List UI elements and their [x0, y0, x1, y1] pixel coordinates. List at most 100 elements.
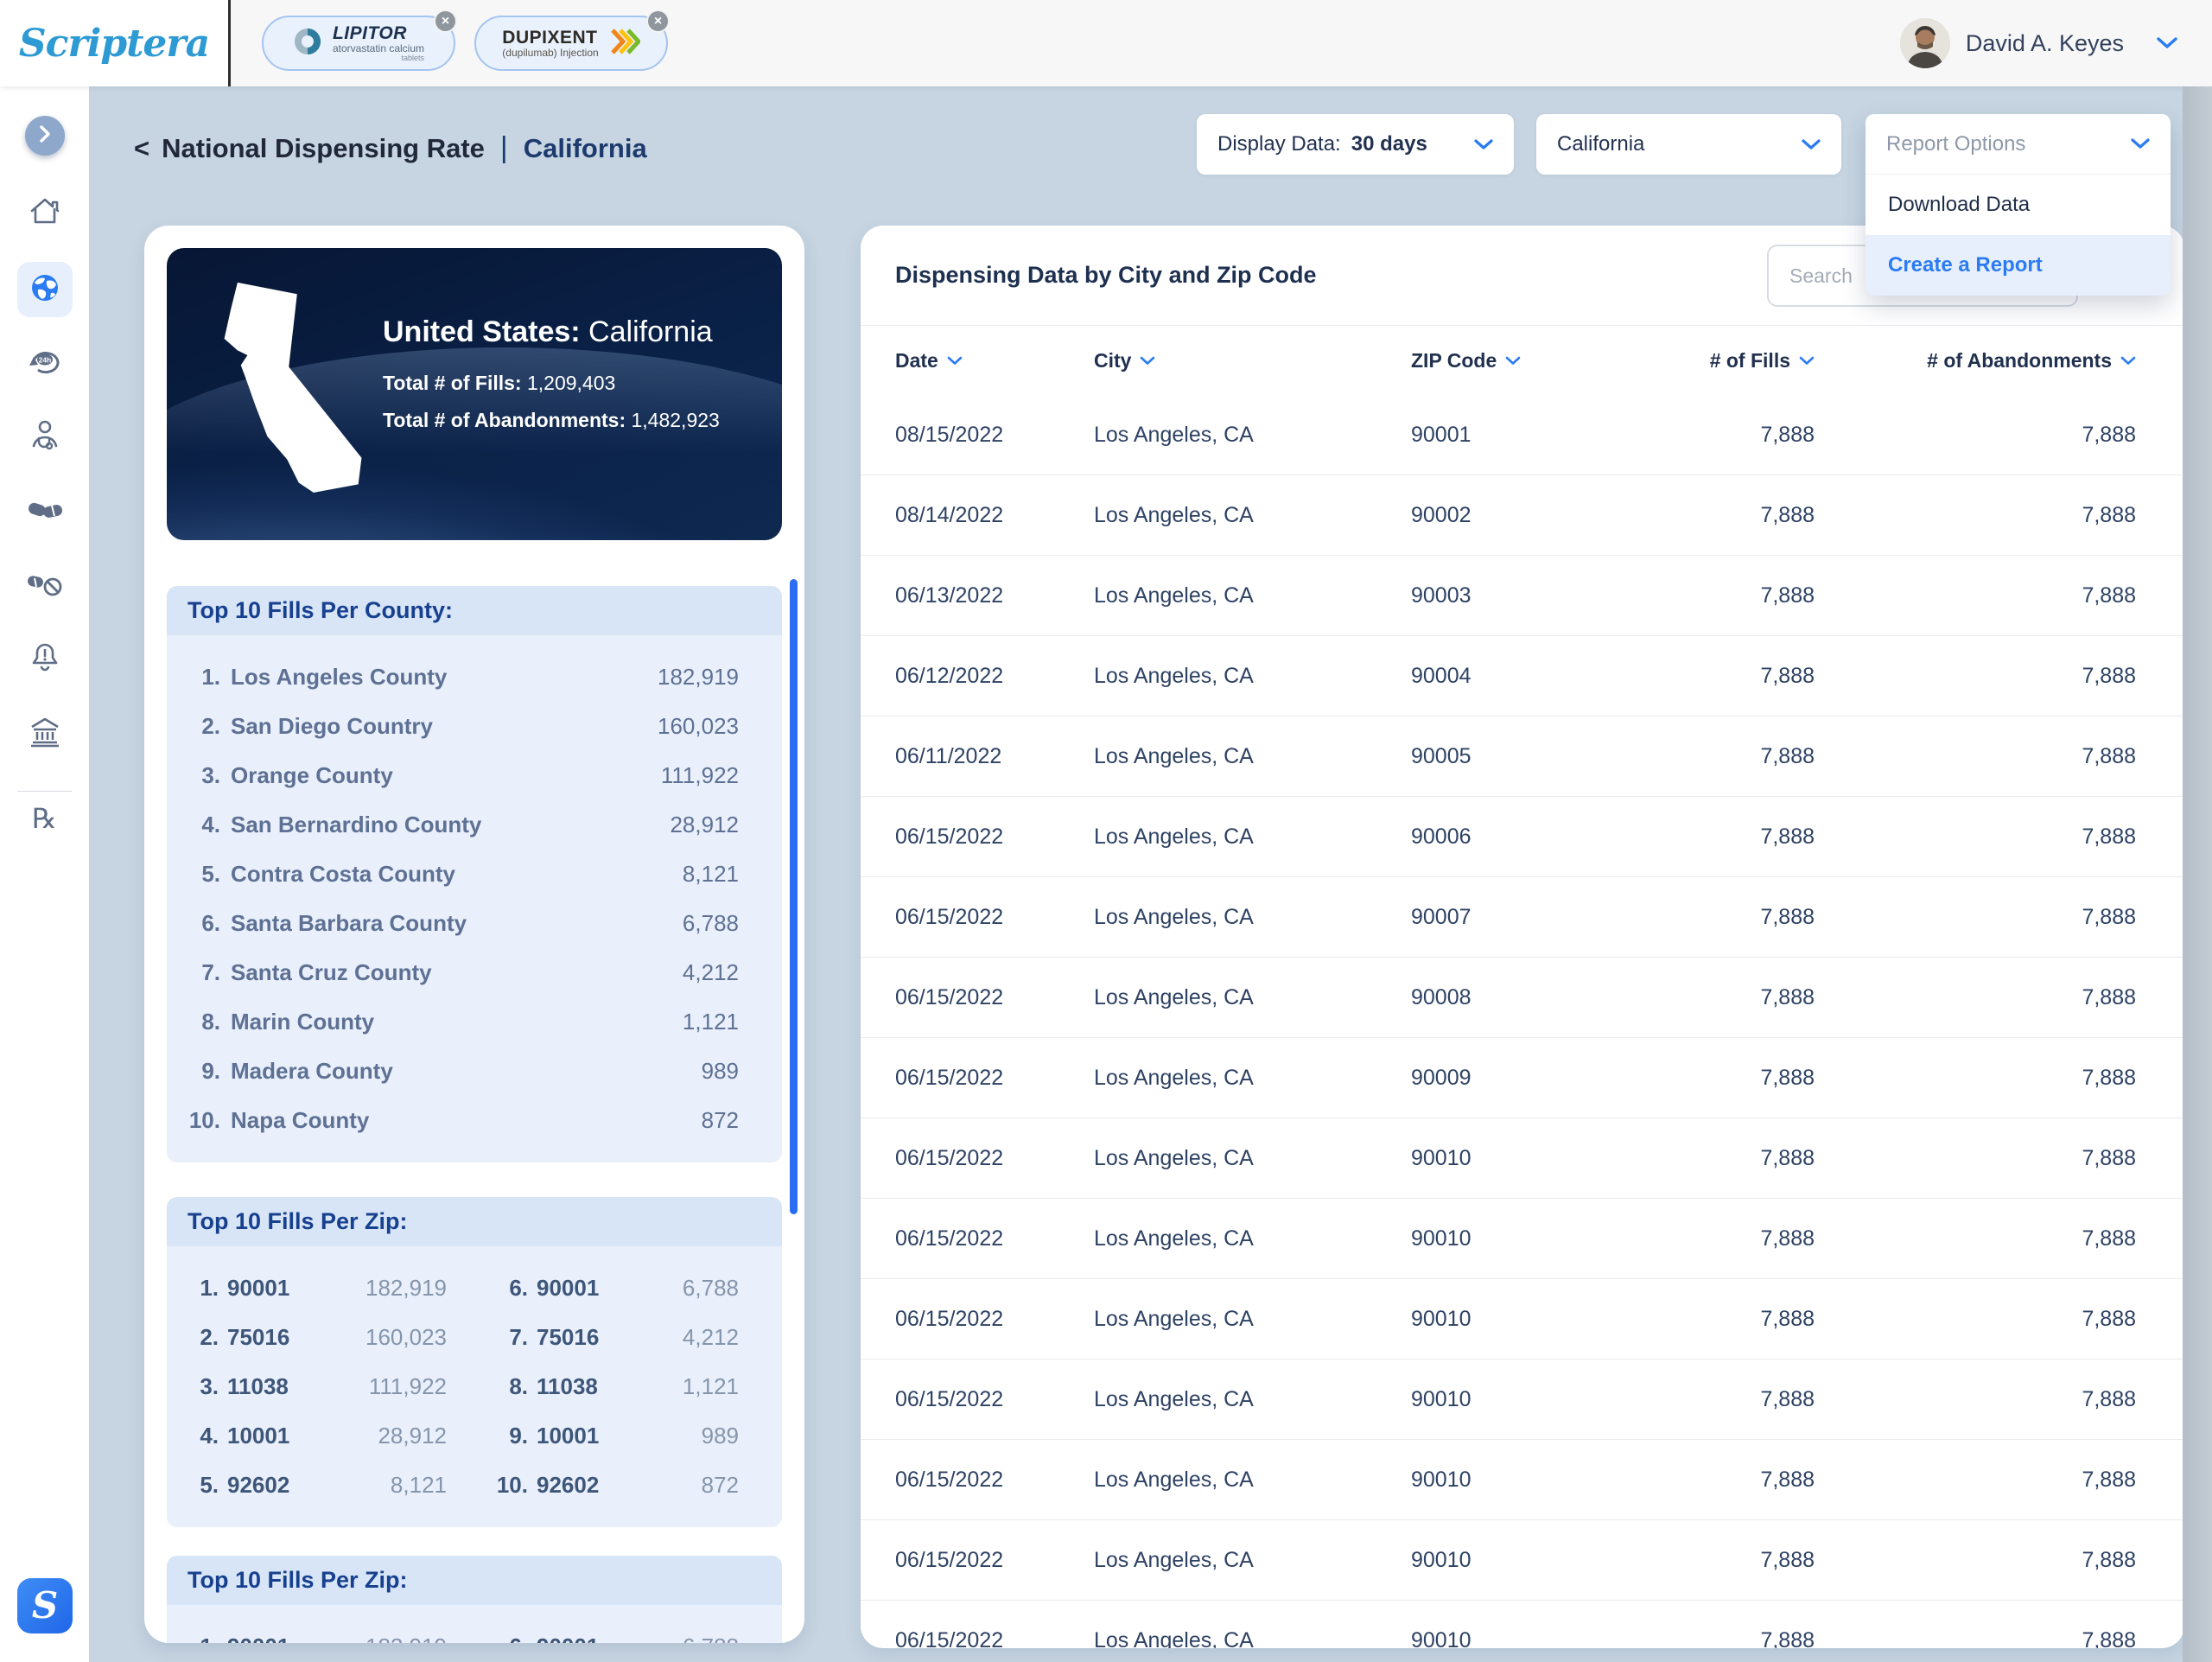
section-title: Top 10 Fills Per Zip: — [167, 1197, 782, 1246]
sidebar-item-dispensing-map[interactable] — [17, 262, 73, 317]
cell-date: 06/15/2022 — [895, 1226, 1094, 1251]
zip-code: 92602 — [537, 1472, 623, 1499]
table-row[interactable]: 06/15/2022 Los Angeles, CA 90010 7,888 7… — [861, 1279, 2184, 1360]
column-header-city[interactable]: City — [1094, 349, 1411, 373]
county-name: Napa County — [231, 1107, 702, 1134]
user-menu[interactable]: David A. Keyes — [1900, 18, 2177, 68]
cell-zip: 90003 — [1411, 583, 1670, 608]
zip-code: 10001 — [537, 1423, 623, 1449]
sidebar-item-medications[interactable] — [24, 492, 66, 533]
state-dropdown[interactable]: California — [1536, 114, 1841, 175]
county-fills-value: 160,023 — [658, 713, 739, 740]
drug-subtitle-2: tablets — [333, 54, 424, 62]
cell-city: Los Angeles, CA — [1094, 1307, 1411, 1332]
drug-chip-dupixent[interactable]: DUPIXENT (dupilumab) Injection × — [474, 16, 668, 71]
table-row[interactable]: 06/15/2022 Los Angeles, CA 90008 7,888 7… — [861, 958, 2184, 1038]
zip-list-row: 3. 11038 111,922 8. 11038 1,121 — [167, 1362, 782, 1411]
california-silhouette — [200, 279, 368, 515]
cell-abandonments: 7,888 — [1815, 744, 2136, 769]
cell-zip: 90004 — [1411, 664, 1670, 689]
zip-fills-value: 182,919 — [308, 1275, 467, 1302]
table-row[interactable]: 08/14/2022 Los Angeles, CA 90002 7,888 7… — [861, 475, 2184, 556]
sidebar-item-24h-history[interactable]: 24h — [24, 341, 66, 382]
zip-list-row: 4. 10001 28,912 9. 10001 989 — [167, 1411, 782, 1461]
cell-abandonments: 7,888 — [1815, 583, 2136, 608]
cell-zip: 90010 — [1411, 1387, 1670, 1412]
cell-zip: 90010 — [1411, 1628, 1670, 1649]
panel-scrollbar[interactable] — [790, 579, 798, 1214]
cell-date: 08/15/2022 — [895, 423, 1094, 448]
column-header-abandonments[interactable]: # of Abandonments — [1815, 349, 2136, 373]
cell-fills: 7,888 — [1670, 1146, 1815, 1171]
cell-zip: 90007 — [1411, 905, 1670, 930]
sidebar-item-providers[interactable] — [24, 416, 66, 457]
close-icon[interactable]: × — [646, 10, 670, 33]
table-row[interactable]: 06/15/2022 Los Angeles, CA 90010 7,888 7… — [861, 1601, 2184, 1648]
sidebar-expand-button[interactable] — [25, 116, 65, 156]
cell-abandonments: 7,888 — [1815, 905, 2136, 930]
cell-city: Los Angeles, CA — [1094, 1628, 1411, 1649]
table-row[interactable]: 06/15/2022 Los Angeles, CA 90007 7,888 7… — [861, 877, 2184, 958]
sidebar-item-home[interactable] — [24, 192, 66, 233]
report-options-dropdown[interactable]: Report Options — [1866, 114, 2171, 175]
svg-text:24h: 24h — [38, 355, 51, 364]
zip-code: 90001 — [227, 1275, 308, 1302]
cell-abandonments: 7,888 — [1815, 503, 2136, 528]
table-row[interactable]: 06/15/2022 Los Angeles, CA 90010 7,888 7… — [861, 1199, 2184, 1279]
bell-alert-icon — [29, 640, 61, 679]
zip-rank: 6. — [467, 1633, 528, 1643]
zip-code: 90001 — [227, 1633, 308, 1643]
table-row[interactable]: 06/15/2022 Los Angeles, CA 90010 7,888 7… — [861, 1440, 2184, 1520]
close-icon[interactable]: × — [434, 10, 457, 33]
county-fills-value: 28,912 — [670, 812, 739, 838]
column-header-zip[interactable]: ZIP Code — [1411, 349, 1670, 373]
column-header-date[interactable]: Date — [895, 349, 1094, 373]
table-row[interactable]: 06/15/2022 Los Angeles, CA 90006 7,888 7… — [861, 797, 2184, 877]
page-scrollbar[interactable] — [2183, 86, 2212, 1662]
table-row[interactable]: 08/15/2022 Los Angeles, CA 90001 7,888 7… — [861, 395, 2184, 475]
sidebar-item-prescriptions[interactable]: ℞ — [24, 798, 66, 839]
cell-fills: 7,888 — [1670, 744, 1815, 769]
table-row[interactable]: 06/11/2022 Los Angeles, CA 90005 7,888 7… — [861, 716, 2184, 797]
menu-item-create-report[interactable]: Create a Report — [1866, 235, 2171, 296]
county-rank: 5. — [179, 861, 220, 888]
county-fills-value: 4,212 — [683, 959, 739, 986]
menu-item-download-data[interactable]: Download Data — [1866, 175, 2171, 235]
table-title: Dispensing Data by City and Zip Code — [895, 262, 1317, 289]
table-row[interactable]: 06/15/2022 Los Angeles, CA 90010 7,888 7… — [861, 1118, 2184, 1199]
sidebar-item-institutions[interactable] — [24, 713, 66, 755]
cell-city: Los Angeles, CA — [1094, 1387, 1411, 1412]
column-header-fills[interactable]: # of Fills — [1670, 349, 1815, 373]
county-name: Santa Cruz County — [231, 959, 683, 986]
sort-chevron-icon — [947, 356, 963, 366]
cell-abandonments: 7,888 — [1815, 1548, 2136, 1573]
cell-city: Los Angeles, CA — [1094, 1066, 1411, 1091]
county-rank: 1. — [179, 664, 220, 691]
sidebar-item-abandonments[interactable] — [24, 566, 66, 608]
cell-zip: 90010 — [1411, 1226, 1670, 1251]
county-list-item: 7. Santa Cruz County 4,212 — [167, 948, 782, 997]
cell-city: Los Angeles, CA — [1094, 905, 1411, 930]
county-rank: 2. — [179, 713, 220, 740]
zip-list-row: 1. 90001 182,919 6. 90001 6,788 — [167, 1264, 782, 1313]
zip-fills-value: 8,121 — [308, 1472, 467, 1499]
zip-rank: 8. — [467, 1373, 528, 1400]
rx-icon: ℞ — [32, 802, 57, 835]
county-name: Madera County — [231, 1058, 702, 1085]
back-chevron-icon[interactable]: < — [134, 133, 149, 164]
top-zips-list: 1. 90001 182,919 6. 90001 6,788 — [167, 1605, 782, 1643]
display-data-value: 30 days — [1351, 132, 1427, 156]
table-row[interactable]: 06/15/2022 Los Angeles, CA 90009 7,888 7… — [861, 1038, 2184, 1118]
county-fills-value: 182,919 — [658, 664, 739, 691]
breadcrumb: < National Dispensing Rate | California — [134, 131, 647, 165]
drug-chip-lipitor[interactable]: LIPITOR atorvastatin calcium tablets × — [262, 16, 455, 71]
table-row[interactable]: 06/15/2022 Los Angeles, CA 90010 7,888 7… — [861, 1360, 2184, 1440]
top-counties-section: Top 10 Fills Per County: 1. Los Angeles … — [167, 586, 782, 1162]
report-options-panel: Report Options Download Data Create a Re… — [1866, 114, 2171, 296]
display-data-dropdown[interactable]: Display Data: 30 days — [1197, 114, 1514, 175]
table-row[interactable]: 06/12/2022 Los Angeles, CA 90004 7,888 7… — [861, 636, 2184, 716]
sidebar-item-alerts[interactable] — [24, 639, 66, 680]
table-row[interactable]: 06/13/2022 Los Angeles, CA 90003 7,888 7… — [861, 556, 2184, 636]
cell-fills: 7,888 — [1670, 503, 1815, 528]
table-row[interactable]: 06/15/2022 Los Angeles, CA 90010 7,888 7… — [861, 1520, 2184, 1601]
